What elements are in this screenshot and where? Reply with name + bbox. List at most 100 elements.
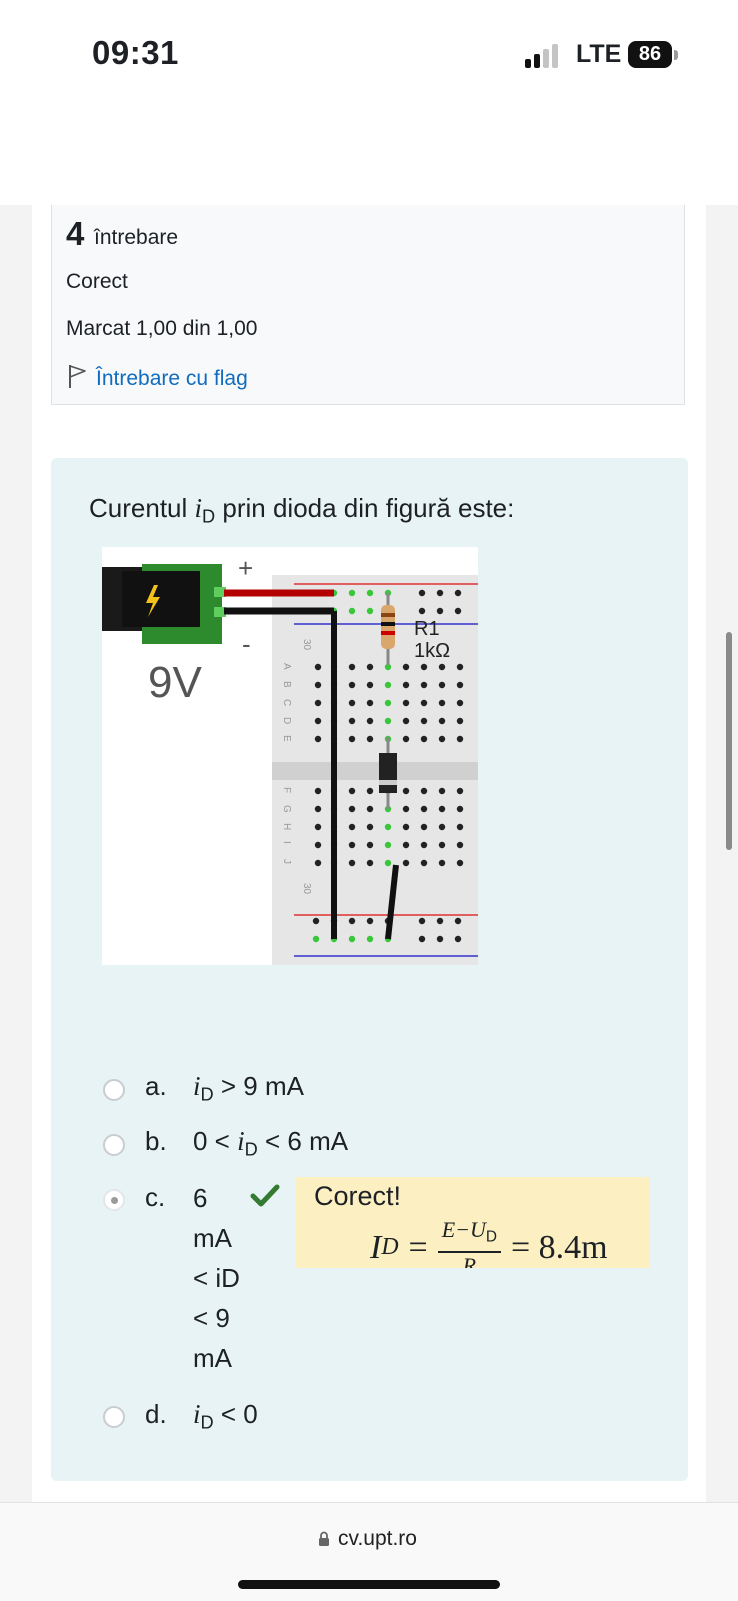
breadboard-hole [402,787,410,795]
status-bar: 09:31 LTE 86 [0,0,738,205]
breadboard-hole [438,859,446,867]
breadboard-hole [366,841,374,849]
breadboard-hole [366,859,374,867]
rail-hole [348,917,356,925]
breadboard-hole [438,681,446,689]
row-number-bottom: 30 [301,883,312,895]
feedback-formula: ID = E−UD R = 8.4m [370,1217,608,1268]
breadboard-hole [348,735,356,743]
breadboard-hole [420,823,428,831]
breadboard-hole [438,735,446,743]
question-grade: Marcat 1,00 din 1,00 [66,317,258,340]
option-a-text[interactable]: iD > 9 mA [193,1071,304,1105]
flag-label[interactable]: Întrebare cu flag [96,367,248,391]
option-a-radio[interactable] [103,1079,125,1101]
breadboard-hole [456,681,464,689]
breadboard-hole [384,699,392,707]
breadboard-hole [348,805,356,813]
breadboard-hole [314,735,322,743]
breadboard-hole [314,717,322,725]
scrollbar[interactable] [726,632,732,850]
breadboard-hole [420,663,428,671]
breadboard-hole [314,805,322,813]
breadboard-hole [402,841,410,849]
circuit-image: + - 9V A B C D E F G H I J 30 30 R1 1kΩ [102,547,478,965]
breadboard-hole [438,717,446,725]
rail-hole [312,917,320,925]
option-d-letter: d. [145,1399,167,1429]
row-letter: H [281,823,292,830]
option-d-radio[interactable] [103,1406,125,1428]
breadboard-hole [438,823,446,831]
status-time: 09:31 [92,34,179,71]
feedback-box: Corect! ID = E−UD R = 8.4m [296,1177,650,1268]
row-letter: F [281,787,292,793]
breadboard-hole [438,805,446,813]
rail-hole [366,607,374,615]
row-letter: C [281,699,292,706]
rail-hole [418,917,426,925]
option-d-text[interactable]: iD < 0 [193,1399,258,1433]
option-b-text[interactable]: 0 < iD < 6 mA [193,1126,348,1160]
question-number: 4 [66,215,85,252]
breadboard-hole [366,663,374,671]
option-c-letter: c. [145,1182,166,1212]
rail-hole [454,607,462,615]
rail-hole [436,917,444,925]
breadboard-hole [420,805,428,813]
correct-check-icon [250,1184,280,1207]
breadboard-hole [366,735,374,743]
breadboard-hole [366,699,374,707]
breadboard-hole [348,717,356,725]
breadboard-hole [438,663,446,671]
voltage-label: 9V [148,658,202,707]
breadboard-hole [402,681,410,689]
breadboard-hole [314,787,322,795]
breadboard-hole [348,787,356,795]
rail-hole [366,935,374,943]
battery-icon: 86 [628,41,672,68]
row-letter: A [281,663,292,670]
rail-hole [348,589,356,597]
flag-icon [66,362,90,395]
breadboard-hole [384,717,392,725]
breadboard-hole [456,823,464,831]
minus-label: - [242,629,251,659]
breadboard-hole [366,805,374,813]
home-indicator[interactable] [238,1580,500,1589]
browser-bottom-bar: cv.upt.ro [0,1502,738,1601]
rail-hole [436,607,444,615]
breadboard-hole [420,859,428,867]
row-letter: D [281,717,292,724]
breadboard-hole [384,841,392,849]
option-c-radio[interactable] [103,1189,125,1211]
breadboard-hole [456,717,464,725]
breadboard-hole [384,823,392,831]
breadboard-hole [314,663,322,671]
breadboard-hole [348,859,356,867]
breadboard-hole [384,681,392,689]
breadboard-hole [348,699,356,707]
rail-hole [348,607,356,615]
flag-question-link[interactable]: Întrebare cu flag [66,362,248,395]
network-label: LTE [576,40,622,68]
address-bar[interactable]: cv.upt.ro [318,1527,417,1551]
rail-hole [418,935,426,943]
question-text: Curentul iD prin dioda din figură este: [89,493,515,527]
rail-hole [418,589,426,597]
breadboard-hole [420,787,428,795]
breadboard-hole [438,699,446,707]
breadboard-hole [420,699,428,707]
url-text: cv.upt.ro [338,1527,417,1550]
breadboard-hole [456,787,464,795]
option-b-radio[interactable] [103,1134,125,1156]
option-c-text[interactable]: 6 mA < iD < 9 mA [193,1178,253,1378]
breadboard-hole [420,841,428,849]
rail-hole [454,935,462,943]
breadboard-hole [366,681,374,689]
breadboard-hole [456,805,464,813]
breadboard-hole [384,859,392,867]
breadboard-hole [348,841,356,849]
battery-tip [674,50,678,60]
row-letter: I [281,841,292,844]
